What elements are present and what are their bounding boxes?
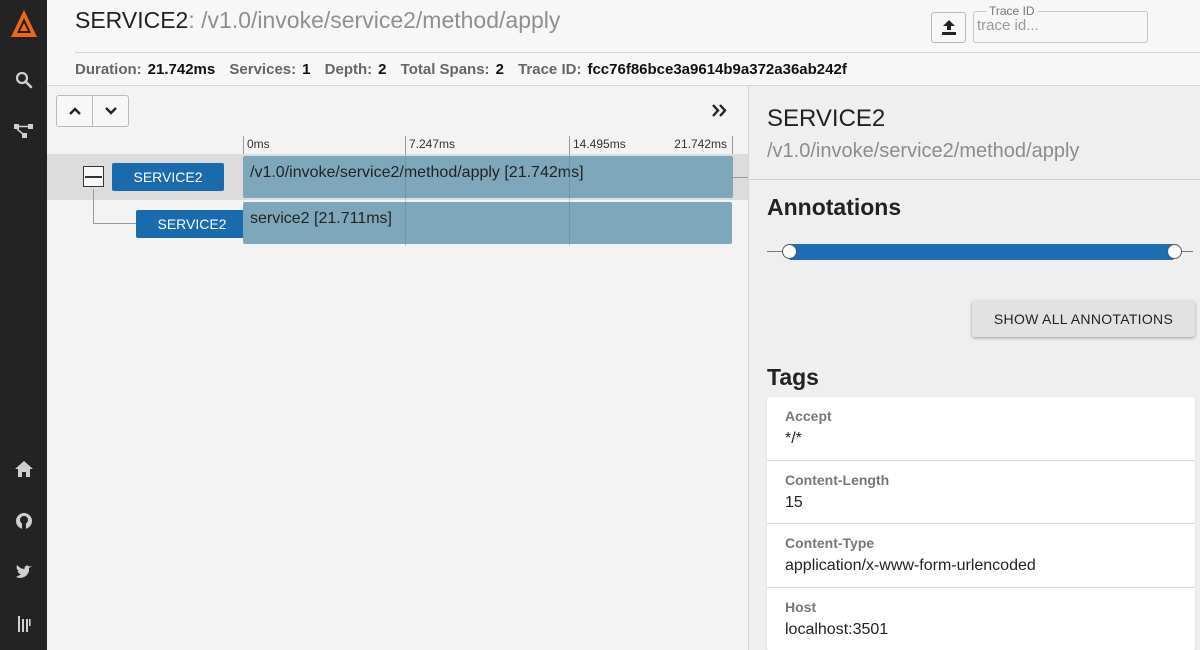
tag-item: Accept */*: [767, 397, 1195, 461]
trace-id-field-label: Trace ID: [986, 5, 1038, 17]
tags-heading: Tags: [767, 364, 819, 390]
trace-timeline: 0ms 7.247ms 14.495ms 21.742ms SERVICE2 /…: [47, 86, 748, 650]
minus-icon: [85, 175, 102, 178]
tick-label: 0ms: [243, 136, 405, 154]
trace-id-value: fcc76f86bce3a9614b9a372a36ab242f: [587, 61, 847, 78]
logo-icon[interactable]: [0, 8, 47, 40]
duration-label: Duration:: [75, 61, 142, 78]
gitter-icon[interactable]: [0, 610, 47, 638]
trace-summary: Duration: 21.742ms Services: 1 Depth: 2 Tot…: [75, 61, 857, 78]
tag-value: localhost:3501: [785, 620, 889, 638]
annotation-handle-start[interactable]: [782, 244, 797, 259]
trace-id-field: Trace ID: [973, 5, 1148, 43]
twitter-icon[interactable]: [0, 558, 47, 586]
span-bar[interactable]: /v1.0/invoke/service2/method/apply [21.7…: [243, 156, 733, 198]
span-row[interactable]: SERVICE2 service2 [21.711ms]: [47, 200, 748, 246]
tag-item: Host localhost:3501: [767, 588, 1195, 650]
tag-value: 15: [785, 493, 803, 511]
tick-label: 14.495ms: [569, 136, 649, 154]
tag-key: Host: [785, 598, 817, 615]
dependencies-icon[interactable]: [0, 117, 47, 145]
tag-value: */*: [785, 430, 802, 447]
span-detail-panel: SERVICE2 /v1.0/invoke/service2/method/ap…: [748, 86, 1200, 650]
annotation-handle-end[interactable]: [1167, 244, 1182, 259]
double-chevron-right-icon: [712, 103, 727, 117]
github-icon[interactable]: [0, 507, 47, 535]
total-spans-value: 2: [495, 61, 504, 78]
collapse-toggle[interactable]: [83, 166, 104, 187]
tick-label: 21.742ms: [649, 136, 733, 154]
tags-list: Accept */* Content-Length 15 Content-Typ…: [767, 397, 1195, 650]
tag-key: Accept: [785, 408, 832, 424]
depth-label: Depth:: [324, 61, 373, 78]
expand-panel-button[interactable]: [707, 99, 731, 121]
search-icon[interactable]: [0, 66, 47, 94]
divider: [749, 179, 1200, 180]
show-all-annotations-button[interactable]: SHOW ALL ANNOTATIONS: [972, 301, 1195, 337]
trace-id-input[interactable]: [977, 17, 1142, 34]
previous-span-button[interactable]: [56, 95, 93, 127]
total-spans-label: Total Spans:: [400, 61, 490, 78]
detail-span-name: /v1.0/invoke/service2/method/apply: [767, 140, 1080, 162]
span-bar[interactable]: service2 [21.711ms]: [243, 202, 732, 244]
annotation-bar: [789, 244, 1174, 260]
tag-key: Content-Type: [785, 535, 875, 551]
home-icon[interactable]: [0, 455, 47, 483]
title-span-name: /v1.0/invoke/service2/method/apply: [194, 7, 561, 33]
detail-service-name: SERVICE2: [767, 105, 886, 132]
duration-value: 21.742ms: [147, 61, 216, 78]
upload-icon: [941, 20, 956, 35]
next-span-button[interactable]: [92, 95, 129, 127]
span-row[interactable]: SERVICE2 /v1.0/invoke/service2/method/ap…: [47, 154, 748, 200]
chevron-down-icon: [104, 107, 117, 115]
service-badge: SERVICE2: [136, 210, 248, 238]
sidebar: [0, 0, 47, 650]
tag-item: Content-Length 15: [767, 461, 1195, 524]
services-value: 1: [302, 61, 311, 78]
grid-line: [405, 154, 406, 246]
services-label: Services:: [229, 61, 297, 78]
service-badge: SERVICE2: [112, 163, 224, 191]
title-service: SERVICE2: [75, 7, 189, 33]
depth-value: 2: [378, 61, 387, 78]
trace-header: SERVICE2: /v1.0/invoke/service2/method/a…: [47, 0, 1200, 86]
annotations-heading: Annotations: [767, 194, 902, 220]
tag-item: Content-Type application/x-www-form-urle…: [767, 524, 1195, 588]
trace-id-label: Trace ID:: [518, 61, 582, 78]
span-connector: [732, 177, 748, 178]
upload-json-button[interactable]: [931, 12, 966, 43]
header-divider: [75, 52, 1200, 53]
tag-value: application/x-www-form-urlencoded: [785, 557, 1036, 574]
grid-line: [569, 154, 570, 246]
page-title: SERVICE2: /v1.0/invoke/service2/method/a…: [75, 7, 560, 34]
tick-label: 7.247ms: [405, 136, 569, 154]
chevron-up-icon: [68, 107, 81, 115]
tag-key: Content-Length: [785, 471, 890, 488]
